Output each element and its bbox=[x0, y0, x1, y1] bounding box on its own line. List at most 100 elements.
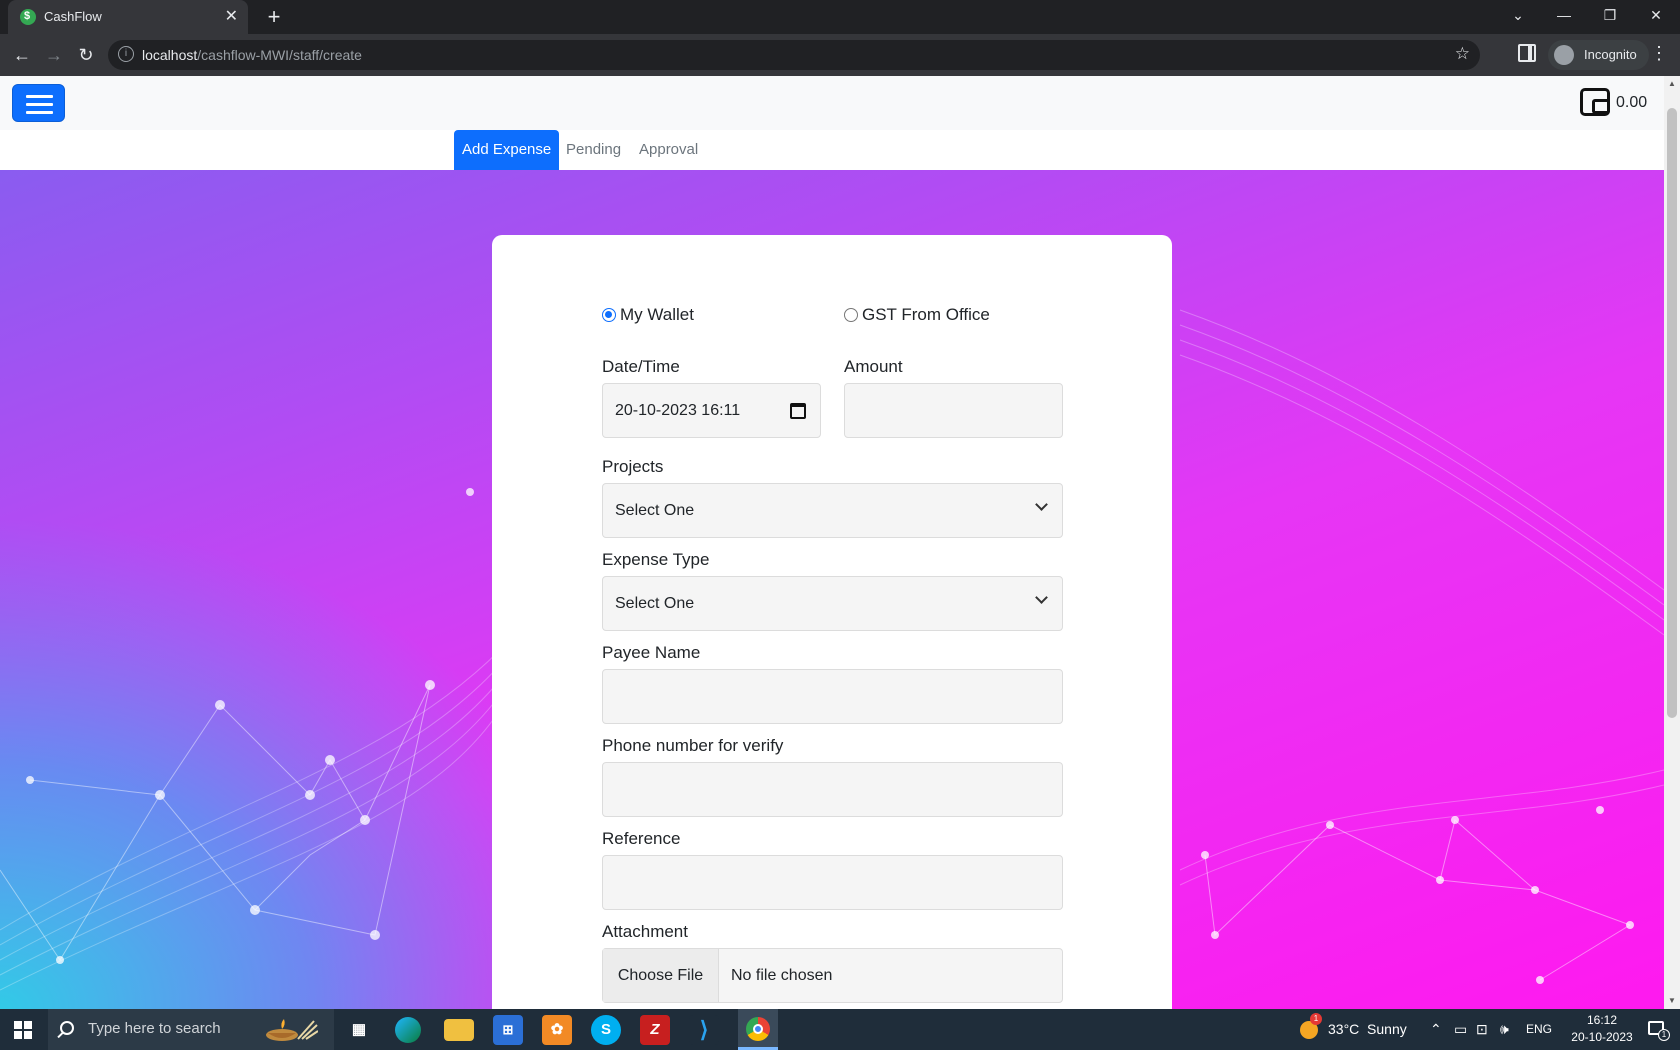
tab-pending[interactable]: Pending bbox=[558, 130, 629, 170]
phone-input[interactable] bbox=[602, 762, 1063, 817]
radio-button-checked[interactable] bbox=[602, 308, 616, 322]
taskbar-search-box[interactable]: Type here to search bbox=[48, 1009, 334, 1050]
radio-label-my-wallet: My Wallet bbox=[620, 305, 694, 324]
chrome-taskbar-button[interactable] bbox=[738, 1009, 778, 1050]
expense-type-select[interactable]: Select One bbox=[602, 576, 1063, 631]
new-tab-button[interactable]: + bbox=[260, 3, 288, 31]
url-path: /cashflow-MWI/staff/create bbox=[197, 47, 362, 63]
scrollbar-thumb[interactable] bbox=[1667, 108, 1677, 718]
radio-button-unchecked[interactable] bbox=[844, 308, 858, 322]
windows-start-icon[interactable] bbox=[14, 1021, 32, 1039]
datetime-label: Date/Time bbox=[602, 357, 680, 376]
expense-type-selected: Select One bbox=[615, 595, 695, 612]
xampp-icon[interactable]: ✿ bbox=[542, 1015, 572, 1045]
browser-menu-icon[interactable]: ⋮ bbox=[1650, 43, 1668, 64]
taskbar-clock[interactable]: 16:12 20-10-2023 bbox=[1560, 1012, 1644, 1046]
taskbar-search-placeholder: Type here to search bbox=[88, 1020, 221, 1037]
payee-name-input[interactable] bbox=[602, 669, 1063, 724]
weather-icon[interactable]: 1 bbox=[1298, 1009, 1322, 1050]
tray-chevron-up-icon[interactable]: ⌃ bbox=[1430, 1009, 1442, 1050]
amount-input[interactable] bbox=[844, 383, 1063, 438]
projects-selected: Select One bbox=[615, 502, 695, 519]
network-icon[interactable]: ⊡ bbox=[1476, 1009, 1488, 1050]
scroll-up-icon[interactable]: ▲ bbox=[1664, 76, 1680, 92]
weather-text[interactable]: 33°C Sunny bbox=[1328, 1009, 1407, 1050]
close-window-button[interactable]: ✕ bbox=[1633, 0, 1679, 34]
tab-search-icon[interactable]: ⌄ bbox=[1495, 0, 1541, 34]
minimize-button[interactable]: — bbox=[1541, 0, 1587, 34]
hamburger-menu-button[interactable] bbox=[12, 84, 65, 122]
choose-file-button[interactable]: Choose File bbox=[603, 949, 719, 1002]
diya-lamp-icon bbox=[266, 1019, 318, 1041]
skype-icon[interactable]: S bbox=[591, 1015, 621, 1045]
radio-gst-from-office[interactable]: GST From Office bbox=[844, 305, 1044, 327]
incognito-icon bbox=[1554, 45, 1574, 65]
clock-date: 20-10-2023 bbox=[1571, 1030, 1633, 1044]
calendar-icon[interactable] bbox=[790, 403, 806, 419]
chrome-icon-center bbox=[753, 1024, 763, 1034]
weather-badge: 1 bbox=[1310, 1013, 1322, 1025]
bookmark-star-icon[interactable]: ☆ bbox=[1455, 44, 1470, 64]
tab-close-icon[interactable]: ✕ bbox=[225, 6, 238, 26]
restore-button[interactable]: ❐ bbox=[1587, 0, 1633, 34]
datetime-input[interactable]: 20-10-2023 16:11 bbox=[602, 383, 821, 438]
phone-label: Phone number for verify bbox=[602, 736, 784, 755]
meet-now-icon[interactable]: ▭ bbox=[1454, 1009, 1467, 1050]
hamburger-bar bbox=[26, 95, 53, 98]
attachment-file-input[interactable]: Choose File No file chosen bbox=[602, 948, 1063, 1003]
notification-center-icon[interactable]: 1 bbox=[1646, 1009, 1670, 1050]
projects-select[interactable]: Select One bbox=[602, 483, 1063, 538]
start-tile bbox=[14, 1031, 22, 1039]
edge-browser-icon[interactable] bbox=[395, 1017, 421, 1043]
url-text: localhost/cashflow-MWI/staff/create bbox=[142, 47, 362, 63]
wallet-icon bbox=[1580, 88, 1610, 116]
expense-tabs: Add Expense Pending Approval bbox=[0, 130, 1664, 170]
amount-label: Amount bbox=[844, 357, 903, 376]
page-scrollbar[interactable]: ▲ ▼ bbox=[1664, 76, 1680, 1009]
wallet-balance[interactable]: 0.00 bbox=[1580, 88, 1650, 118]
scroll-down-icon[interactable]: ▼ bbox=[1664, 993, 1680, 1009]
projects-label: Projects bbox=[602, 457, 664, 476]
payee-name-label: Payee Name bbox=[602, 643, 701, 662]
browser-tab[interactable]: CashFlow ✕ bbox=[8, 0, 248, 34]
hamburger-bar bbox=[26, 103, 53, 106]
chevron-down-icon bbox=[1035, 591, 1048, 604]
start-tile bbox=[14, 1021, 22, 1029]
file-explorer-icon[interactable] bbox=[444, 1019, 474, 1041]
language-indicator[interactable]: ENG bbox=[1526, 1009, 1552, 1050]
datetime-value: 20-10-2023 16:11 bbox=[615, 402, 741, 419]
file-status: No file chosen bbox=[731, 967, 833, 984]
url-host: localhost bbox=[142, 47, 198, 63]
notification-count: 1 bbox=[1658, 1029, 1670, 1041]
hamburger-bar bbox=[26, 111, 53, 114]
side-panel-icon[interactable] bbox=[1518, 44, 1536, 62]
tab-approval[interactable]: Approval bbox=[631, 130, 706, 170]
site-info-icon[interactable]: i bbox=[118, 46, 134, 62]
app-navbar: 0.00 bbox=[0, 76, 1664, 130]
filezilla-icon[interactable]: Z bbox=[640, 1015, 670, 1045]
back-arrow-icon[interactable]: ← bbox=[8, 41, 36, 69]
search-icon bbox=[60, 1021, 74, 1035]
tab-title: CashFlow bbox=[44, 9, 102, 24]
task-view-icon[interactable]: ▦ bbox=[344, 1015, 374, 1045]
chevron-down-icon bbox=[1035, 498, 1048, 511]
windows-taskbar: Type here to search ▦ ⊞ ✿ S Z ⟩ 1 33°C S… bbox=[0, 1009, 1680, 1050]
radio-my-wallet[interactable]: My Wallet bbox=[602, 305, 762, 327]
browser-titlebar: CashFlow ✕ + ⌄ — ❐ ✕ bbox=[0, 0, 1680, 34]
incognito-profile-button[interactable]: Incognito bbox=[1548, 40, 1649, 70]
wallet-balance-value: 0.00 bbox=[1616, 94, 1648, 111]
page-viewport: 0.00 Add Expense Pending Approval My Wal… bbox=[0, 76, 1664, 1009]
tab-add-expense[interactable]: Add Expense bbox=[454, 130, 560, 170]
volume-icon[interactable]: 🕪 bbox=[1500, 1009, 1509, 1050]
clock-time: 16:12 bbox=[1586, 1013, 1618, 1027]
microsoft-store-icon[interactable]: ⊞ bbox=[493, 1015, 523, 1045]
forward-arrow-icon[interactable]: → bbox=[40, 41, 68, 69]
start-tile bbox=[24, 1021, 32, 1029]
reference-input[interactable] bbox=[602, 855, 1063, 910]
address-bar[interactable]: i localhost/cashflow-MWI/staff/create ☆ bbox=[108, 40, 1480, 70]
radio-label-gst: GST From Office bbox=[862, 305, 990, 324]
cashflow-favicon-icon bbox=[20, 9, 36, 25]
reload-icon[interactable]: ↻ bbox=[72, 41, 100, 69]
vscode-icon[interactable]: ⟩ bbox=[689, 1015, 719, 1045]
start-tile bbox=[24, 1031, 32, 1039]
